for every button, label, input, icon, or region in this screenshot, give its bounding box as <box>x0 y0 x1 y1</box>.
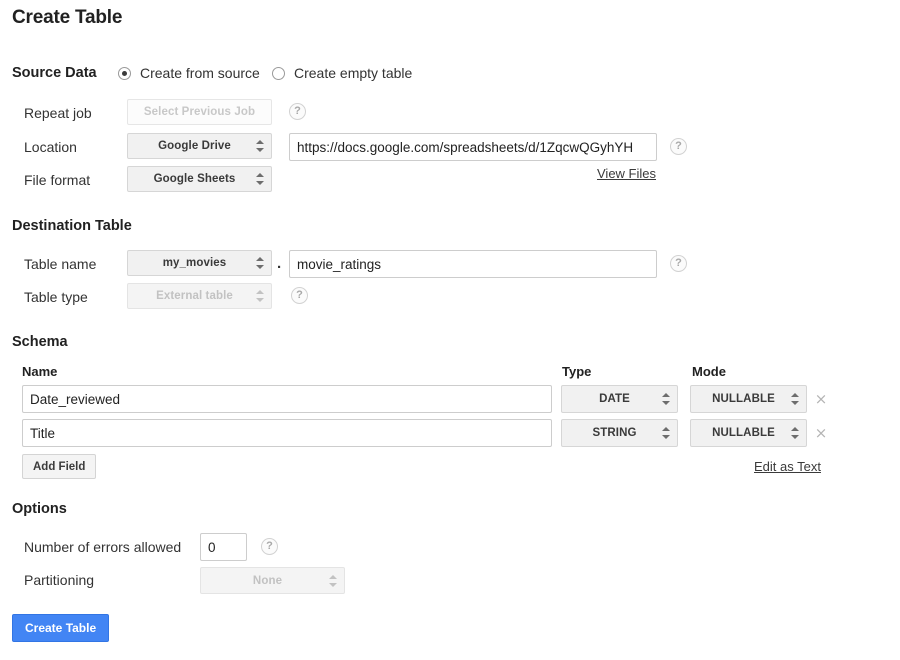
schema-field-name-value: Title <box>30 425 56 441</box>
chevron-updown-icon <box>662 392 670 406</box>
chevron-updown-icon <box>791 392 799 406</box>
edit-as-text-link[interactable]: Edit as Text <box>754 459 821 474</box>
radio-create-empty-table-label: Create empty table <box>294 65 413 81</box>
schema-field-type-select[interactable]: DATE <box>561 385 678 413</box>
schema-field-name-input[interactable]: Date_reviewed <box>22 385 552 413</box>
label-file-format: File format <box>24 172 91 188</box>
select-dataset-name-value: my_movies <box>162 257 227 269</box>
add-field-button[interactable]: Add Field <box>22 454 97 479</box>
section-heading-options: Options <box>12 501 67 517</box>
select-table-type[interactable]: External table <box>127 283 272 309</box>
radio-create-empty-table-indicator[interactable] <box>272 66 285 80</box>
schema-field-mode-value: NULLABLE <box>712 427 775 439</box>
table-name-input[interactable]: movie_ratings <box>289 250 657 278</box>
select-location[interactable]: Google Drive <box>127 133 272 159</box>
radio-create-from-source-label: Create from source <box>140 65 260 81</box>
radio-create-from-source-indicator[interactable] <box>118 66 131 80</box>
select-dataset-name[interactable]: my_movies <box>127 250 272 276</box>
radio-create-from-source[interactable]: Create from source <box>118 65 260 81</box>
label-table-type: Table type <box>24 289 88 305</box>
chevron-updown-icon <box>256 139 264 153</box>
help-icon-table-name[interactable]: ? <box>670 255 687 272</box>
view-files-link[interactable]: View Files <box>597 166 656 181</box>
schema-field-type-value: STRING <box>592 427 637 439</box>
chevron-updown-icon <box>256 172 264 186</box>
remove-field-icon[interactable]: × <box>814 426 828 441</box>
select-partitioning-value: None <box>252 574 283 587</box>
errors-allowed-input[interactable]: 0 <box>200 533 247 561</box>
table-name-value: movie_ratings <box>297 256 382 272</box>
label-errors-allowed: Number of errors allowed <box>24 539 182 555</box>
chevron-updown-icon <box>256 289 264 303</box>
column-header-name: Name <box>22 364 58 379</box>
select-repeat-job-value: Select Previous Job <box>143 106 256 118</box>
help-icon-errors-allowed[interactable]: ? <box>261 538 278 555</box>
schema-field-name-input[interactable]: Title <box>22 419 552 447</box>
errors-allowed-value: 0 <box>208 539 216 555</box>
schema-field-mode-select[interactable]: NULLABLE <box>690 419 807 447</box>
chevron-updown-icon <box>329 574 337 588</box>
location-url-input[interactable]: https://docs.google.com/spreadsheets/d/1… <box>289 133 657 161</box>
radio-create-empty-table[interactable]: Create empty table <box>272 65 412 81</box>
label-table-name: Table name <box>24 256 97 272</box>
remove-field-icon[interactable]: × <box>814 392 828 407</box>
schema-field-type-select[interactable]: STRING <box>561 419 678 447</box>
section-heading-schema: Schema <box>12 334 68 350</box>
select-partitioning[interactable]: None <box>200 567 345 594</box>
label-location: Location <box>24 139 77 155</box>
select-file-format-value: Google Sheets <box>153 173 236 185</box>
page-title: Create Table <box>12 7 123 28</box>
chevron-updown-icon <box>662 426 670 440</box>
schema-field-mode-select[interactable]: NULLABLE <box>690 385 807 413</box>
help-icon-table-type[interactable]: ? <box>291 287 308 304</box>
select-table-type-value: External table <box>156 290 233 302</box>
chevron-updown-icon <box>791 426 799 440</box>
select-location-value: Google Drive <box>158 140 231 152</box>
schema-field-mode-value: NULLABLE <box>712 393 775 405</box>
column-header-mode: Mode <box>692 364 726 379</box>
table-name-separator: . <box>277 255 282 272</box>
label-repeat-job: Repeat job <box>24 105 92 121</box>
help-icon-location[interactable]: ? <box>670 138 687 155</box>
column-header-type: Type <box>562 364 592 379</box>
section-heading-source-data: Source Data <box>12 65 97 81</box>
section-heading-destination-table: Destination Table <box>12 218 132 234</box>
location-url-value: https://docs.google.com/spreadsheets/d/1… <box>297 139 634 155</box>
help-icon-repeat-job[interactable]: ? <box>289 103 306 120</box>
select-repeat-job[interactable]: Select Previous Job <box>127 99 272 125</box>
schema-field-name-value: Date_reviewed <box>30 391 121 407</box>
label-partitioning: Partitioning <box>24 572 95 588</box>
select-file-format[interactable]: Google Sheets <box>127 166 272 192</box>
chevron-updown-icon <box>256 256 264 270</box>
create-table-page: Create Table Source Data Create from sou… <box>0 0 900 660</box>
create-table-button[interactable]: Create Table <box>12 614 110 642</box>
schema-field-type-value: DATE <box>599 393 630 405</box>
